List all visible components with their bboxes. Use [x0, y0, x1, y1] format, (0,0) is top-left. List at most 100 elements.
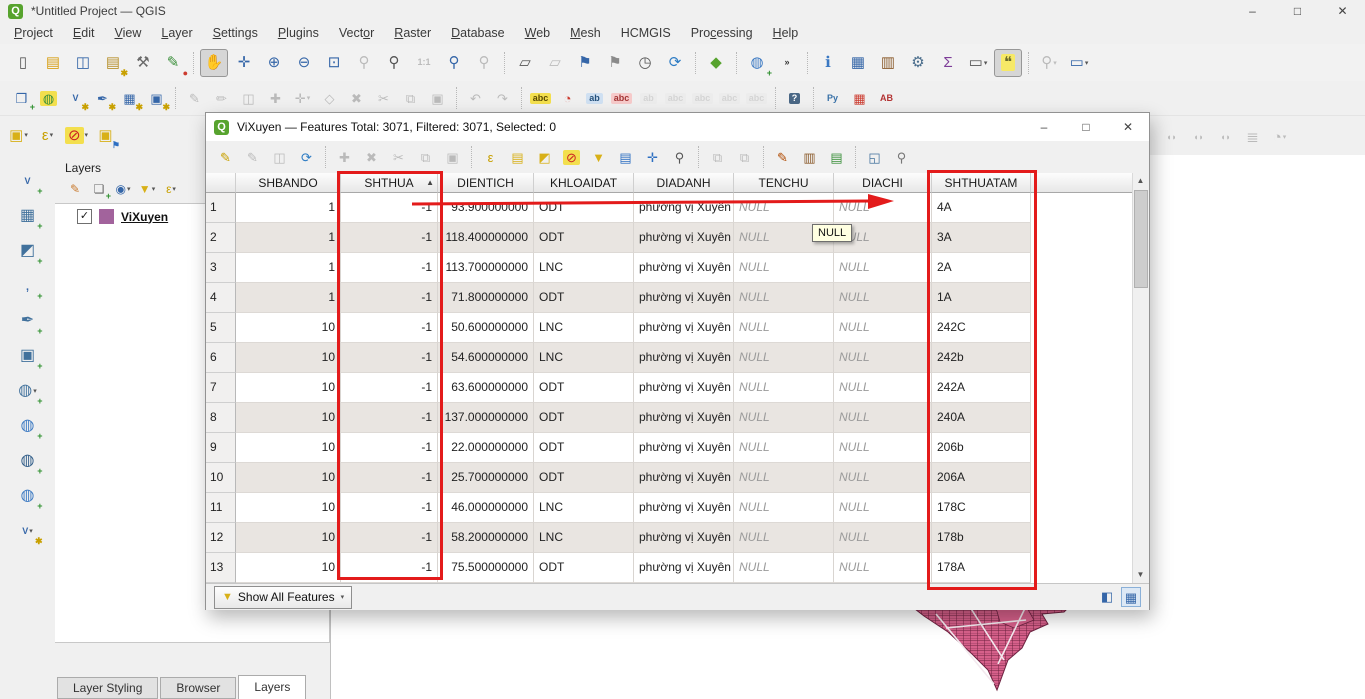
- row-number[interactable]: 12: [206, 523, 236, 553]
- row-number[interactable]: 1: [206, 193, 236, 223]
- style-manager-icon[interactable]: ✎●: [159, 49, 187, 77]
- cell-khloaidat[interactable]: LNC: [534, 253, 634, 283]
- menu-project[interactable]: Project: [4, 22, 63, 44]
- cell-diadanh[interactable]: phường vị Xuyên: [634, 343, 734, 373]
- add-mesh-layer-icon[interactable]: ◩+: [14, 237, 42, 265]
- layer-labeling-icon[interactable]: abc: [528, 86, 553, 111]
- row-number[interactable]: 4: [206, 283, 236, 313]
- cell-tenchu[interactable]: NULL: [734, 493, 834, 523]
- cell-diachi[interactable]: NULL: [834, 493, 932, 523]
- tab-layer-styling[interactable]: Layer Styling: [57, 677, 158, 699]
- zoom-out-icon[interactable]: ⊖: [290, 49, 318, 77]
- cell-khloaidat[interactable]: ODT: [534, 403, 634, 433]
- cell-shbando[interactable]: 10: [236, 463, 341, 493]
- data-source-manager-icon[interactable]: ❒+: [9, 86, 34, 111]
- cell-diachi[interactable]: NULL: [834, 193, 932, 223]
- row-number[interactable]: 7: [206, 373, 236, 403]
- scroll-down-icon[interactable]: ▼: [1133, 567, 1148, 583]
- table-view-button[interactable]: ▦: [1121, 587, 1141, 607]
- menu-edit[interactable]: Edit: [63, 22, 105, 44]
- cell-shthua[interactable]: -1: [341, 343, 438, 373]
- cell-diadanh[interactable]: phường vị Xuyên: [634, 463, 734, 493]
- show-all-features-button[interactable]: ▼ Show All Features ▾: [214, 586, 352, 609]
- new-vector-layer-icon[interactable]: V✱▾: [14, 517, 42, 545]
- cell-diadanh[interactable]: phường vị Xuyên: [634, 433, 734, 463]
- cell-diadanh[interactable]: phường vị Xuyên: [634, 403, 734, 433]
- zoom-to-selection-icon[interactable]: ⚲: [667, 145, 692, 170]
- add-group-icon[interactable]: ❏+: [88, 178, 110, 200]
- refresh-map-icon[interactable]: ⟳: [661, 49, 689, 77]
- toolbox-icon[interactable]: ⚙: [904, 49, 932, 77]
- add-xyz-layer-icon[interactable]: ◍+: [14, 447, 42, 475]
- find-replace-icon[interactable]: AB: [874, 86, 899, 111]
- cell-khloaidat[interactable]: ODT: [534, 283, 634, 313]
- cell-diachi[interactable]: NULL: [834, 343, 932, 373]
- menu-view[interactable]: View: [104, 22, 151, 44]
- cell-tenchu[interactable]: NULL: [734, 283, 834, 313]
- row-number[interactable]: 13: [206, 553, 236, 583]
- new-shapefile-layer-icon[interactable]: ✒✱: [90, 86, 115, 111]
- cell-diadanh[interactable]: phường vị Xuyên: [634, 223, 734, 253]
- add-wms-layer-icon[interactable]: ◍+: [14, 412, 42, 440]
- open-project-icon[interactable]: ▤: [39, 49, 67, 77]
- cell-dientich[interactable]: 71.800000000: [438, 283, 534, 313]
- cell-shthua[interactable]: -1: [341, 463, 438, 493]
- cell-shthuatam[interactable]: 242b: [932, 343, 1031, 373]
- show-spatial-bookmarks-icon[interactable]: ⚑: [601, 49, 629, 77]
- new-map-view-icon[interactable]: ▱: [511, 49, 539, 77]
- row-number[interactable]: 6: [206, 343, 236, 373]
- select-features-icon[interactable]: ▣▾: [5, 122, 32, 149]
- cell-shthua[interactable]: -1: [341, 223, 438, 253]
- pan-map-icon[interactable]: ✋: [200, 49, 228, 77]
- row-number[interactable]: 2: [206, 223, 236, 253]
- cell-shthua[interactable]: -1: [341, 253, 438, 283]
- cell-diachi[interactable]: NULL: [834, 433, 932, 463]
- dialog-minimize-button[interactable]: –: [1023, 113, 1065, 141]
- zoom-full-icon[interactable]: ⊡: [320, 49, 348, 77]
- organize-columns-icon[interactable]: ▤: [824, 145, 849, 170]
- pan-to-selection-icon[interactable]: ✛: [230, 49, 258, 77]
- move-selection-to-top-icon[interactable]: ▤: [613, 145, 638, 170]
- cell-shthua[interactable]: -1: [341, 433, 438, 463]
- column-header-diadanh[interactable]: DIADANH: [634, 173, 734, 193]
- save-project-icon[interactable]: ◫: [69, 49, 97, 77]
- cell-diadanh[interactable]: phường vị Xuyên: [634, 373, 734, 403]
- select-by-expression-icon[interactable]: ε: [478, 145, 503, 170]
- vertical-scrollbar[interactable]: ▲ ▼: [1132, 173, 1148, 583]
- cell-shthuatam[interactable]: 178A: [932, 553, 1031, 583]
- menu-mesh[interactable]: Mesh: [560, 22, 611, 44]
- cell-tenchu[interactable]: NULL: [734, 343, 834, 373]
- cell-shthuatam[interactable]: 2A: [932, 253, 1031, 283]
- minimize-button[interactable]: –: [1230, 0, 1275, 22]
- pin-labels-icon[interactable]: ab: [582, 86, 607, 111]
- manage-map-themes-icon[interactable]: ◉▾: [112, 178, 134, 200]
- cell-shbando[interactable]: 1: [236, 223, 341, 253]
- cell-khloaidat[interactable]: ODT: [534, 373, 634, 403]
- menu-raster[interactable]: Raster: [384, 22, 441, 44]
- column-header-diachi[interactable]: DIACHI: [834, 173, 932, 193]
- new-geopackage-layer-icon[interactable]: V✱: [63, 86, 88, 111]
- cell-shthuatam[interactable]: 1A: [932, 283, 1031, 313]
- cell-khloaidat[interactable]: LNC: [534, 313, 634, 343]
- save-project-as-icon[interactable]: ▤✱: [99, 49, 127, 77]
- row-number[interactable]: 8: [206, 403, 236, 433]
- cell-tenchu[interactable]: NULL: [734, 313, 834, 343]
- scroll-up-icon[interactable]: ▲: [1133, 173, 1148, 189]
- cell-shthua[interactable]: -1: [341, 283, 438, 313]
- cell-khloaidat[interactable]: LNC: [534, 523, 634, 553]
- cell-shthuatam[interactable]: 242C: [932, 313, 1031, 343]
- add-raster-layer-icon[interactable]: ▦+: [14, 202, 42, 230]
- identify-features-icon[interactable]: ℹ: [814, 49, 842, 77]
- menu-plugins[interactable]: Plugins: [268, 22, 329, 44]
- menu-layer[interactable]: Layer: [151, 22, 202, 44]
- row-number[interactable]: 9: [206, 433, 236, 463]
- new-spatial-bookmark-icon[interactable]: ⚑: [571, 49, 599, 77]
- cell-diachi[interactable]: NULL: [834, 553, 932, 583]
- cell-shthuatam[interactable]: 206A: [932, 463, 1031, 493]
- menu-hcmgis[interactable]: HCMGIS: [611, 22, 681, 44]
- cell-shbando[interactable]: 10: [236, 373, 341, 403]
- conditional-formatting-icon[interactable]: ✎: [770, 145, 795, 170]
- new-temporary-scratch-layer-icon[interactable]: ▣✱: [144, 86, 169, 111]
- cell-shthuatam[interactable]: 240A: [932, 403, 1031, 433]
- cell-shthuatam[interactable]: 178b: [932, 523, 1031, 553]
